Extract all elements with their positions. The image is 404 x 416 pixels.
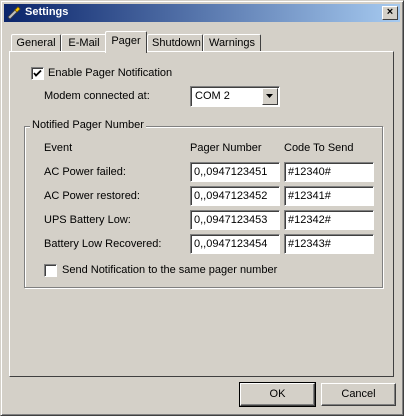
- code-field-4[interactable]: #12343#: [284, 234, 374, 254]
- event-battery-low-recovered: Battery Low Recovered:: [44, 238, 162, 250]
- code-field-3[interactable]: #12342#: [284, 210, 374, 230]
- same-pager-number-checkbox[interactable]: [44, 264, 57, 277]
- event-ac-power-failed: AC Power failed:: [44, 166, 126, 178]
- code-field-1[interactable]: #12340#: [284, 162, 374, 182]
- cancel-button[interactable]: Cancel: [321, 383, 396, 406]
- enable-pager-checkbox[interactable]: [31, 67, 44, 80]
- tab-warnings[interactable]: Warnings: [203, 34, 261, 52]
- pager-number-field-3[interactable]: 0,,0947123453: [190, 210, 280, 230]
- column-header-event: Event: [44, 142, 73, 154]
- tab-shutdown[interactable]: Shutdown: [147, 34, 203, 52]
- chevron-down-icon: [266, 94, 273, 98]
- modem-port-select[interactable]: COM 2: [190, 86, 280, 107]
- modem-label: Modem connected at:: [44, 90, 150, 102]
- enable-pager-label[interactable]: Enable Pager Notification: [48, 67, 172, 79]
- event-ac-power-restored: AC Power restored:: [44, 190, 140, 202]
- column-header-pager-number: Pager Number: [190, 142, 262, 154]
- pager-number-field-4[interactable]: 0,,0947123454: [190, 234, 280, 254]
- app-icon: [6, 5, 22, 21]
- pager-number-field-2[interactable]: 0,,0947123452: [190, 186, 280, 206]
- window-title: Settings: [25, 6, 69, 18]
- modem-port-value: COM 2: [195, 90, 230, 102]
- dropdown-arrow-button[interactable]: [262, 88, 278, 105]
- tab-pager[interactable]: Pager: [105, 31, 147, 53]
- same-pager-number-label[interactable]: Send Notification to the same pager numb…: [62, 264, 277, 276]
- tab-e-mail[interactable]: E-Mail: [61, 34, 107, 52]
- code-field-2[interactable]: #12341#: [284, 186, 374, 206]
- column-header-code: Code To Send: [284, 142, 354, 154]
- title-bar[interactable]: Settings ×: [4, 4, 400, 22]
- checkmark-icon: [33, 69, 42, 77]
- pager-number-field-1[interactable]: 0,,0947123451: [190, 162, 280, 182]
- tab-general[interactable]: General: [11, 34, 61, 52]
- event-ups-battery-low: UPS Battery Low:: [44, 214, 131, 226]
- ok-button[interactable]: OK: [239, 382, 316, 407]
- pager-tab-panel: Enable Pager Notification Modem connecte…: [9, 51, 394, 377]
- settings-dialog: Settings × General E-Mail Pager Shutdown…: [0, 0, 404, 416]
- close-icon[interactable]: ×: [382, 6, 398, 20]
- group-title: Notified Pager Number: [30, 119, 146, 131]
